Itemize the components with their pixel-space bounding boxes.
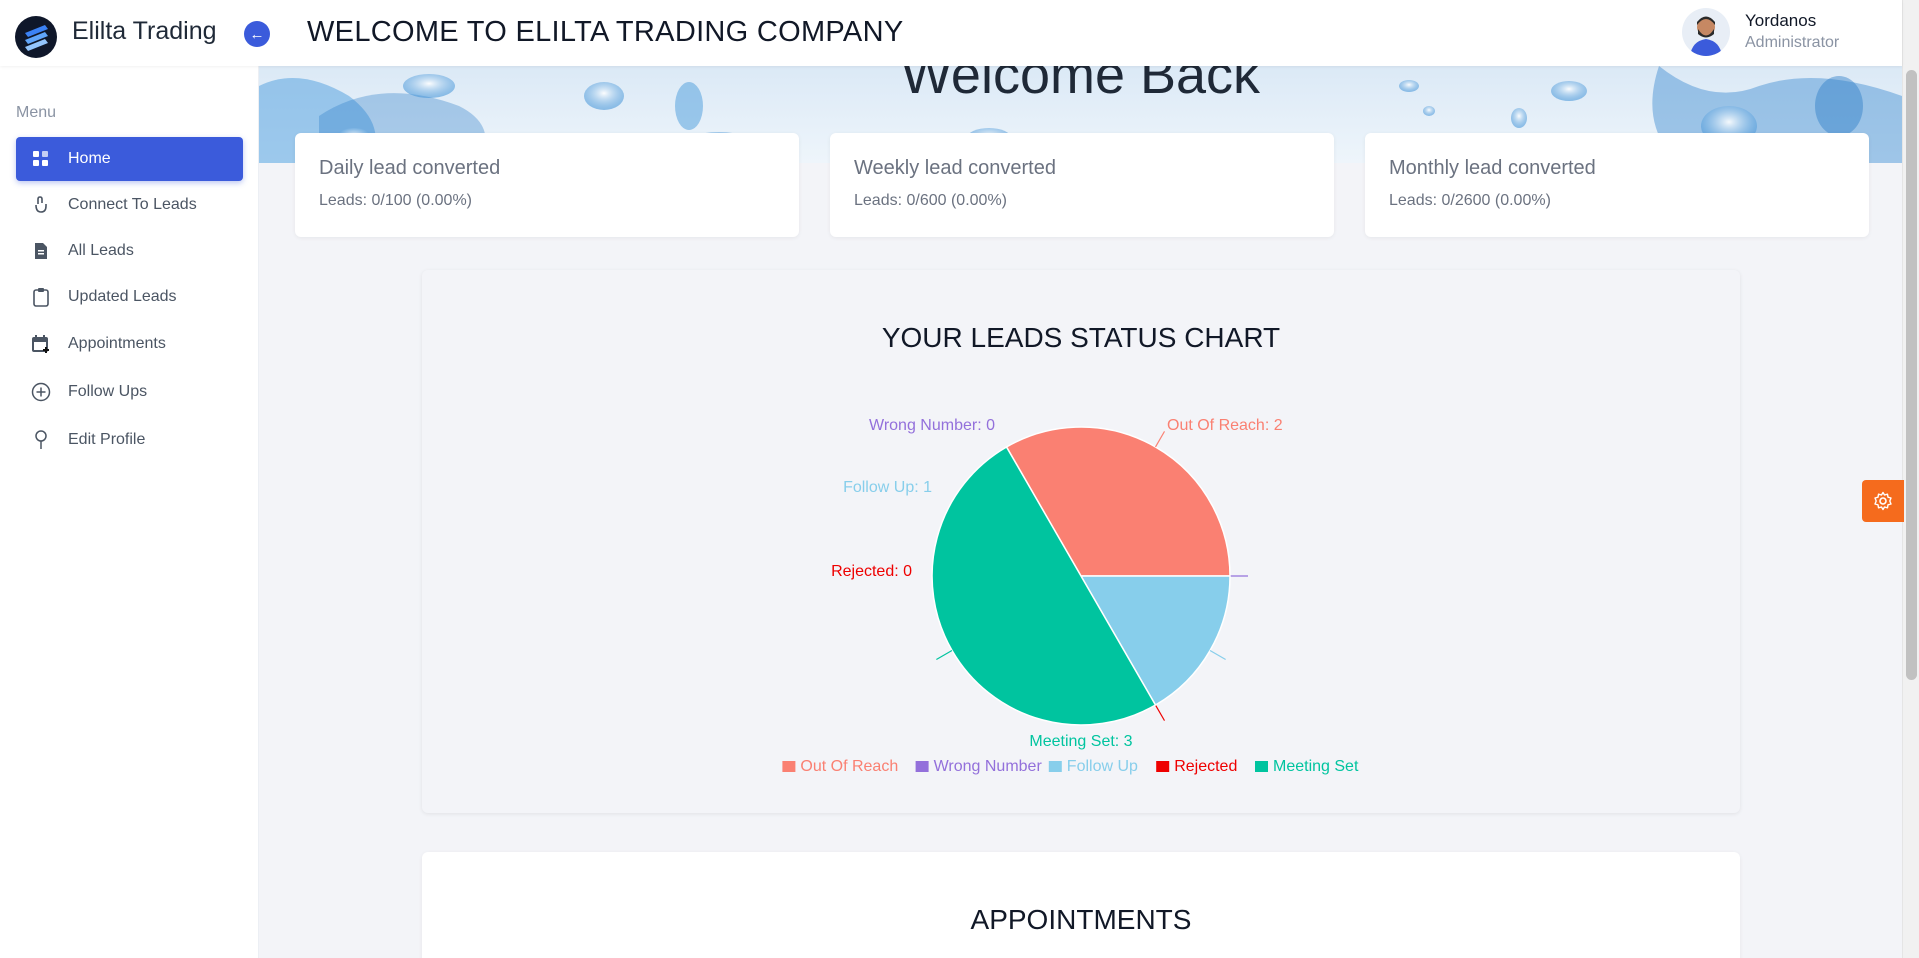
settings-button[interactable] (1862, 480, 1904, 522)
sidebar-item-label: Follow Ups (68, 383, 148, 400)
legend-item-meeting-set: Meeting Set (1273, 758, 1359, 775)
legend-item-rejected: Rejected (1174, 758, 1237, 775)
sidebar-item-all-leads[interactable]: All Leads (16, 229, 243, 273)
appointments-panel: APPOINTMENTS (422, 852, 1740, 958)
pin-icon (30, 429, 52, 451)
arrow-left-icon: ← (249, 25, 265, 43)
user-role: Administrator (1745, 34, 1840, 51)
sidebar-item-home[interactable]: Home (16, 137, 243, 181)
welcome-back-title: Welcome Back (900, 66, 1261, 105)
card-subtitle: Leads: 0/100 (0.00%) (319, 192, 472, 209)
callout-line (936, 649, 953, 661)
pie-label-out-of-reach: Out Of Reach: 2 (1167, 417, 1283, 434)
leads-status-chart-panel: YOUR LEADS STATUS CHART Out Of Reach: 2W… (422, 270, 1740, 813)
legend-item-out-of-reach: Out Of Reach (800, 758, 898, 775)
grid-icon (30, 148, 52, 170)
brand-logo[interactable] (15, 16, 57, 58)
sidebar-item-follow-ups[interactable]: Follow Ups (16, 370, 243, 414)
pie-label-follow-up: Follow Up: 1 (843, 479, 932, 496)
callout-line (1154, 704, 1166, 721)
callout-line (1154, 431, 1166, 448)
brand-name[interactable]: Elilta Trading (72, 17, 217, 46)
card-subtitle: Leads: 0/2600 (0.00%) (1389, 192, 1551, 209)
sidebar-item-appointments[interactable]: Appointments (16, 322, 243, 366)
legend-swatch (782, 761, 796, 772)
page-heading: WELCOME TO ELILTA TRADING COMPANY (307, 16, 904, 48)
user-avatar[interactable] (1682, 8, 1730, 56)
plus-circle-icon (30, 381, 52, 403)
pie-label-wrong-number: Wrong Number: 0 (869, 417, 995, 434)
hand-icon (30, 194, 52, 216)
sidebar-item-label: Home (68, 150, 111, 167)
menu-title: Menu (16, 104, 57, 121)
gear-icon (1874, 491, 1892, 511)
card-subtitle: Leads: 0/600 (0.00%) (854, 192, 1007, 209)
pie-label-meeting-set: Meeting Set: 3 (1029, 733, 1132, 750)
card-title: Daily lead converted (319, 157, 501, 179)
sidebar: Menu Home Connect To Leads All Leads Upd… (0, 66, 259, 958)
sidebar-item-label: Updated Leads (68, 288, 177, 305)
legend-item-follow-up: Follow Up (1067, 758, 1138, 775)
file-icon (30, 240, 52, 262)
pie-label-rejected: Rejected: 0 (831, 563, 912, 580)
appointments-title: APPOINTMENTS (970, 904, 1192, 935)
card-title: Monthly lead converted (1389, 157, 1596, 179)
legend-swatch (1048, 761, 1062, 772)
legend-swatch (1156, 761, 1170, 772)
callout-line (1209, 649, 1226, 661)
calendar-plus-icon (30, 333, 52, 355)
monthly-lead-card: Monthly lead converted Leads: 0/2600 (0.… (1365, 133, 1869, 237)
legend-item-wrong-number: Wrong Number (934, 758, 1043, 775)
sidebar-item-label: Edit Profile (68, 431, 146, 448)
daily-lead-card: Daily lead converted Leads: 0/100 (0.00%… (295, 133, 799, 237)
sidebar-item-label: Appointments (68, 335, 166, 352)
scrollbar-thumb[interactable] (1906, 70, 1917, 680)
sidebar-item-label: Connect To Leads (68, 196, 197, 213)
clipboard-icon (30, 286, 52, 308)
weekly-lead-card: Weekly lead converted Leads: 0/600 (0.00… (830, 133, 1334, 237)
sidebar-item-label: All Leads (68, 242, 134, 259)
sidebar-item-updated-leads[interactable]: Updated Leads (16, 275, 243, 319)
user-name[interactable]: Yordanos (1745, 11, 1816, 31)
sidebar-item-connect-to-leads[interactable]: Connect To Leads (16, 183, 243, 227)
collapse-sidebar-button[interactable]: ← (244, 21, 270, 47)
top-bar: Elilta Trading ← WELCOME TO ELILTA TRADI… (0, 0, 1902, 66)
sidebar-item-edit-profile[interactable]: Edit Profile (16, 418, 243, 462)
legend-swatch (915, 761, 929, 772)
legend-swatch (1255, 761, 1268, 772)
page-scrollbar[interactable] (1902, 0, 1919, 958)
leads-pie-chart: Out Of Reach: 2 Wrong Number: 0 Follow Up:… (782, 417, 1359, 775)
card-title: Weekly lead converted (854, 157, 1056, 179)
